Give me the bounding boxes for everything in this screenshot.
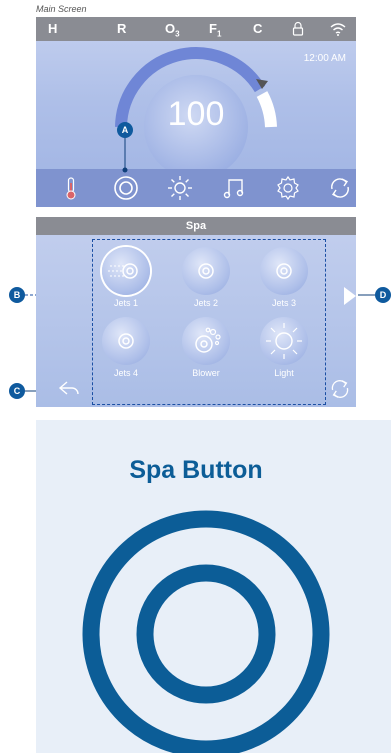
panel-title: Spa Button [129,456,263,484]
spa-button-large-icon [82,510,330,753]
blower-button[interactable] [182,317,230,365]
callout-c: C [9,383,25,399]
jets-1-icon [108,263,138,279]
jets-1-button[interactable] [102,247,150,295]
jets-2-label: Jets 2 [193,298,218,308]
spa-button-panel: Spa Button [36,420,391,753]
light-button[interactable] [260,317,308,365]
jets-3-label: Jets 3 [271,298,296,308]
refresh-icon-spa[interactable] [328,377,352,401]
callout-b: B [9,287,25,303]
spa-screen: Spa Jets 1 Jets 2 Jets 3 Jets 4 Blower L… [36,217,356,407]
jets-4-icon [118,333,134,349]
jets-2-icon [198,263,214,279]
jets-4-button[interactable] [102,317,150,365]
blower-icon [195,327,221,353]
jets-3-button[interactable] [260,247,308,295]
light-bulb-icon [266,323,302,359]
jets-3-icon [276,263,292,279]
blower-label: Blower [192,368,220,378]
jets-4-label: Jets 4 [113,368,138,378]
light-label: Light [274,368,294,378]
callout-d: D [375,287,391,303]
callout-a: A [117,122,133,138]
jets-1-label: Jets 1 [113,298,138,308]
next-page-arrow-icon[interactable] [344,287,356,305]
jets-2-button[interactable] [182,247,230,295]
back-arrow-icon[interactable] [58,380,80,396]
spa-screen-title: Spa [36,217,356,235]
